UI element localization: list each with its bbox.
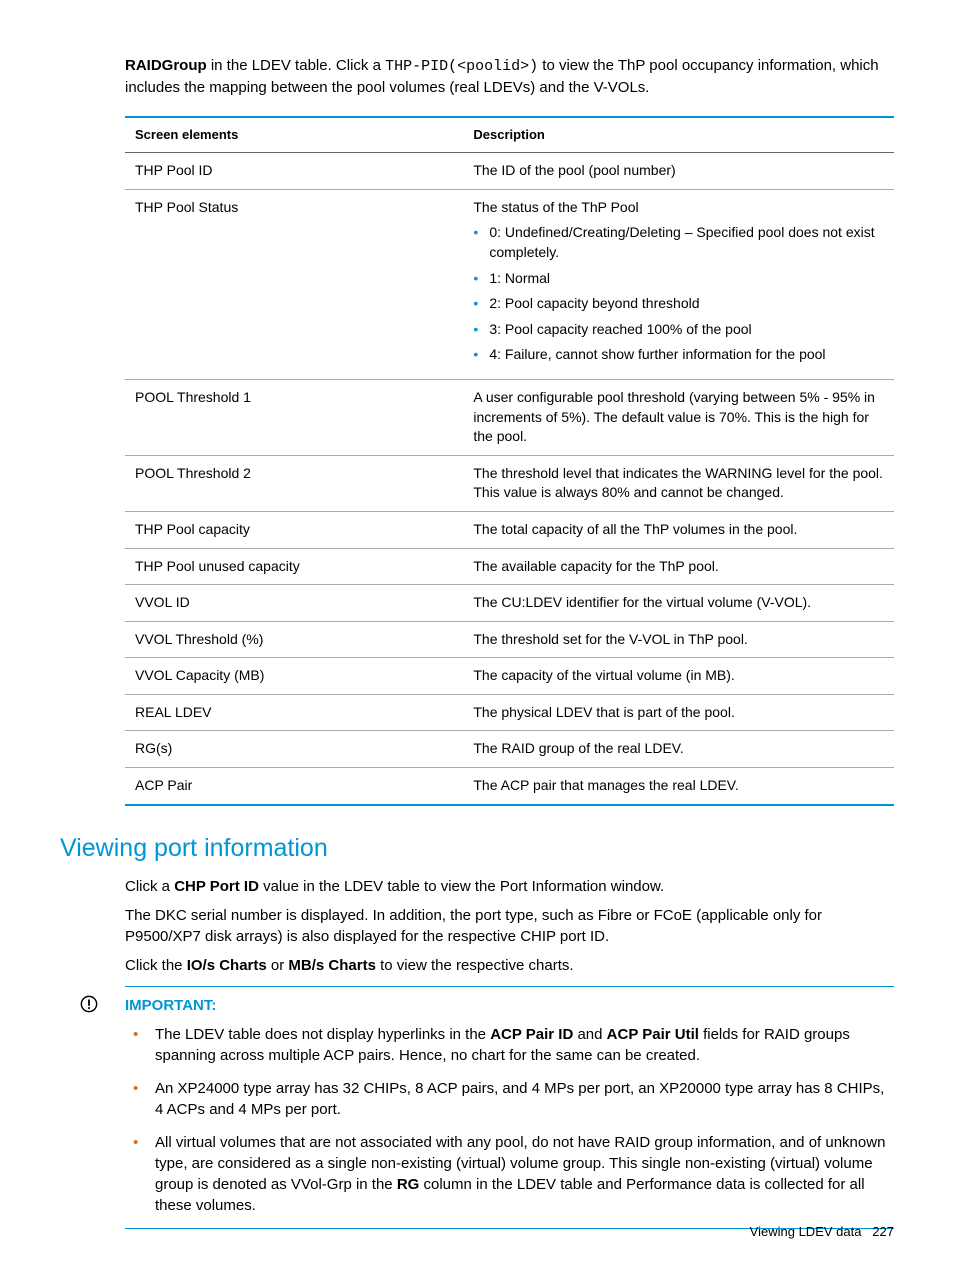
cell-description: The CU:LDEV identifier for the virtual v… xyxy=(463,585,894,622)
cell-element: POOL Threshold 1 xyxy=(125,379,463,455)
cell-description: The RAID group of the real LDEV. xyxy=(463,731,894,768)
table-row: POOL Threshold 1 A user configurable poo… xyxy=(125,379,894,455)
footer-page: 227 xyxy=(872,1224,894,1239)
page-footer: Viewing LDEV data 227 xyxy=(750,1223,894,1241)
intro-pre-code: in the LDEV table. Click a xyxy=(207,57,385,74)
t: Click the xyxy=(125,957,187,974)
t-bold: MB/s Charts xyxy=(288,957,376,974)
important-icon xyxy=(80,995,98,1013)
t: or xyxy=(267,957,289,974)
cell-description: The total capacity of all the ThP volume… xyxy=(463,511,894,548)
table-row: ACP Pair The ACP pair that manages the r… xyxy=(125,768,894,805)
table-row: REAL LDEV The physical LDEV that is part… xyxy=(125,694,894,731)
cell-description: The ACP pair that manages the real LDEV. xyxy=(463,768,894,805)
cell-description: The ID of the pool (pool number) xyxy=(463,153,894,190)
table-row: THP Pool Status The status of the ThP Po… xyxy=(125,189,894,379)
port-para-3: Click the IO/s Charts or MB/s Charts to … xyxy=(125,955,894,976)
t: Click a xyxy=(125,878,174,895)
important-list: The LDEV table does not display hyperlin… xyxy=(155,1024,894,1216)
cell-element: THP Pool Status xyxy=(125,189,463,379)
list-item: 3: Pool capacity reached 100% of the poo… xyxy=(473,320,884,340)
screen-elements-table: Screen elements Description THP Pool ID … xyxy=(125,116,894,806)
cell-element: RG(s) xyxy=(125,731,463,768)
t: The LDEV table does not display hyperlin… xyxy=(155,1026,490,1043)
cell-description: The capacity of the virtual volume (in M… xyxy=(463,658,894,695)
table-row: POOL Threshold 2 The threshold level tha… xyxy=(125,455,894,511)
divider xyxy=(125,986,894,987)
table-row: RG(s) The RAID group of the real LDEV. xyxy=(125,731,894,768)
cell-element: VVOL ID xyxy=(125,585,463,622)
cell-description: The threshold level that indicates the W… xyxy=(463,455,894,511)
list-item: An XP24000 type array has 32 CHIPs, 8 AC… xyxy=(155,1078,894,1120)
t-bold: CHP Port ID xyxy=(174,878,259,895)
col-header-elements: Screen elements xyxy=(125,117,463,153)
table-row: VVOL Capacity (MB) The capacity of the v… xyxy=(125,658,894,695)
status-list: 0: Undefined/Creating/Deleting – Specifi… xyxy=(473,223,884,365)
cell-description: The status of the ThP Pool 0: Undefined/… xyxy=(463,189,894,379)
list-item: The LDEV table does not display hyperlin… xyxy=(155,1024,894,1066)
intro-code: THP-PID(<poolid>) xyxy=(385,58,538,75)
cell-element: POOL Threshold 2 xyxy=(125,455,463,511)
list-item: 0: Undefined/Creating/Deleting – Specifi… xyxy=(473,223,884,262)
cell-desc-lead: The status of the ThP Pool xyxy=(473,199,638,215)
t-bold: IO/s Charts xyxy=(187,957,267,974)
cell-element: THP Pool ID xyxy=(125,153,463,190)
cell-description: The threshold set for the V-VOL in ThP p… xyxy=(463,621,894,658)
port-para-1: Click a CHP Port ID value in the LDEV ta… xyxy=(125,876,894,897)
list-item: 1: Normal xyxy=(473,269,884,289)
cell-description: A user configurable pool threshold (vary… xyxy=(463,379,894,455)
cell-element: VVOL Threshold (%) xyxy=(125,621,463,658)
cell-description: The available capacity for the ThP pool. xyxy=(463,548,894,585)
table-row: THP Pool unused capacity The available c… xyxy=(125,548,894,585)
list-item: 2: Pool capacity beyond threshold xyxy=(473,294,884,314)
important-label: IMPORTANT: xyxy=(125,995,894,1016)
cell-element: ACP Pair xyxy=(125,768,463,805)
t-bold: ACP Pair Util xyxy=(607,1026,699,1043)
t-bold: ACP Pair ID xyxy=(490,1026,573,1043)
table-row: VVOL ID The CU:LDEV identifier for the v… xyxy=(125,585,894,622)
table-row: VVOL Threshold (%) The threshold set for… xyxy=(125,621,894,658)
port-para-2: The DKC serial number is displayed. In a… xyxy=(125,905,894,947)
cell-element: THP Pool unused capacity xyxy=(125,548,463,585)
table-header-row: Screen elements Description xyxy=(125,117,894,153)
important-block: IMPORTANT: The LDEV table does not displ… xyxy=(125,995,894,1216)
list-item: All virtual volumes that are not associa… xyxy=(155,1132,894,1216)
cell-element: REAL LDEV xyxy=(125,694,463,731)
section-heading: Viewing port information xyxy=(60,831,894,866)
intro-bold: RAIDGroup xyxy=(125,57,207,74)
table-row: THP Pool ID The ID of the pool (pool num… xyxy=(125,153,894,190)
table-row: THP Pool capacity The total capacity of … xyxy=(125,511,894,548)
list-item: 4: Failure, cannot show further informat… xyxy=(473,345,884,365)
col-header-description: Description xyxy=(463,117,894,153)
cell-description: The physical LDEV that is part of the po… xyxy=(463,694,894,731)
cell-element: VVOL Capacity (MB) xyxy=(125,658,463,695)
t: to view the respective charts. xyxy=(376,957,574,974)
t-bold: RG xyxy=(397,1176,420,1193)
footer-text: Viewing LDEV data xyxy=(750,1224,862,1239)
intro-paragraph: RAIDGroup in the LDEV table. Click a THP… xyxy=(125,55,894,98)
t: and xyxy=(573,1026,606,1043)
cell-element: THP Pool capacity xyxy=(125,511,463,548)
t: value in the LDEV table to view the Port… xyxy=(259,878,664,895)
